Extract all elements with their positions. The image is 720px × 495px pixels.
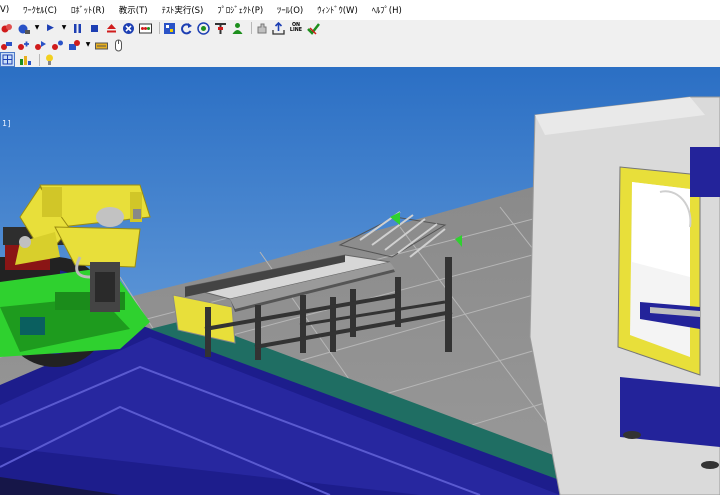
- grid-view-icon[interactable]: [0, 52, 15, 67]
- robot-pose-icon[interactable]: [51, 39, 64, 52]
- chart-icon[interactable]: [19, 53, 32, 66]
- check-icon[interactable]: [307, 22, 320, 35]
- upload-icon[interactable]: [272, 21, 285, 35]
- person-icon[interactable]: [231, 22, 244, 35]
- chevron-down-icon[interactable]: ▼: [85, 39, 91, 52]
- record-icon[interactable]: [0, 22, 13, 35]
- frame-icon[interactable]: [214, 22, 227, 35]
- chevron-down-icon[interactable]: ▼: [34, 22, 40, 35]
- mouse-icon[interactable]: [112, 39, 125, 52]
- robot-move-icon[interactable]: [34, 39, 47, 52]
- view-indicator: 1]: [2, 119, 12, 128]
- toolbar-separator: [251, 22, 252, 34]
- online-label-bottom: LINE: [289, 28, 303, 33]
- robot-select-icon[interactable]: [68, 39, 81, 52]
- eject-icon[interactable]: [105, 22, 118, 35]
- view-toolbar: [0, 52, 720, 67]
- online-icon[interactable]: ON LINE: [289, 22, 303, 35]
- light-icon[interactable]: [43, 53, 56, 66]
- refresh-icon[interactable]: [180, 22, 193, 35]
- menu-window[interactable]: ｳｨﾝﾄﾞｳ(W): [310, 4, 365, 16]
- menu-test-run[interactable]: ﾃｽﾄ実行(S): [155, 4, 211, 16]
- io-panel-icon[interactable]: [139, 22, 152, 35]
- 3d-viewport[interactable]: 1]: [0, 67, 720, 495]
- robot-toolbar: ▼: [0, 37, 720, 53]
- robot-jog-icon[interactable]: [0, 39, 13, 52]
- menu-teach[interactable]: 教示(T): [112, 4, 155, 16]
- menu-bar: V) ﾜｰｸｾﾙ(C) ﾛﾎﾞｯﾄ(R) 教示(T) ﾃｽﾄ実行(S) ﾌﾟﾛｼ…: [0, 0, 720, 20]
- machine-tool: [529, 96, 720, 495]
- menu-view[interactable]: V): [0, 5, 16, 15]
- play-icon[interactable]: ▶: [44, 22, 57, 35]
- toolbar-separator: [159, 22, 160, 34]
- workcell-icon[interactable]: [163, 22, 176, 35]
- close-icon[interactable]: [122, 22, 135, 35]
- stop-icon[interactable]: [88, 22, 101, 35]
- toolbar-separator: [39, 53, 40, 66]
- menu-project[interactable]: ﾌﾟﾛｼﾞｪｸﾄ(P): [210, 4, 270, 16]
- menu-tools[interactable]: ﾂｰﾙ(O): [270, 4, 310, 16]
- pause-icon[interactable]: [71, 22, 84, 35]
- main-toolbar: ▼ ▶ ▼ ON LINE: [0, 20, 720, 36]
- menu-robot[interactable]: ﾛﾎﾞｯﾄ(R): [64, 4, 112, 16]
- speed-icon[interactable]: [17, 22, 30, 35]
- scene-canvas: [0, 67, 720, 495]
- target-icon[interactable]: [197, 21, 210, 35]
- keyboard-icon[interactable]: [95, 39, 108, 52]
- menu-workcell[interactable]: ﾜｰｸｾﾙ(C): [16, 4, 64, 16]
- robot-jog-plus-icon[interactable]: [17, 39, 30, 52]
- hand-icon[interactable]: [255, 22, 268, 35]
- menu-help[interactable]: ﾍﾙﾌﾟ(H): [365, 4, 409, 16]
- chevron-down-icon[interactable]: ▼: [61, 22, 67, 35]
